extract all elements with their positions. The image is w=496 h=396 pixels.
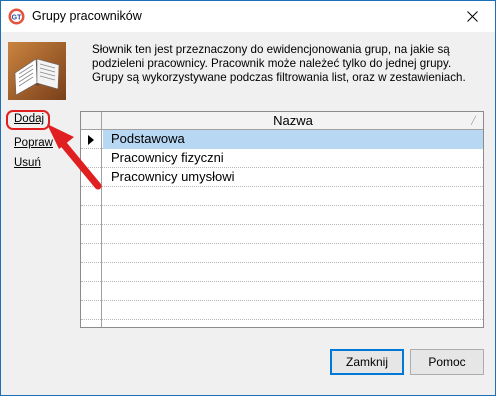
help-button[interactable]: Pomoc xyxy=(410,349,484,375)
row-indicator xyxy=(81,149,102,168)
indicator-column-header xyxy=(81,112,102,130)
table-row[interactable]: Pracownicy umysłowi xyxy=(81,168,483,187)
row-cell-name[interactable]: Podstawowa xyxy=(103,130,483,149)
empty-row xyxy=(81,263,483,282)
add-link[interactable]: Dodaj xyxy=(14,113,44,125)
title-bar[interactable]: GT Grupy pracowników xyxy=(1,1,495,32)
actions-panel: Dodaj Popraw Usuń xyxy=(1,104,81,347)
empty-row xyxy=(81,282,483,301)
close-window-button[interactable] xyxy=(449,1,495,32)
empty-row xyxy=(81,320,483,327)
book-icon xyxy=(8,42,66,100)
window-title: Grupy pracowników xyxy=(32,9,142,23)
table-row[interactable]: Podstawowa xyxy=(81,130,483,149)
column-header-name[interactable]: Nazwa xyxy=(103,113,483,128)
table-row[interactable]: Pracownicy fizyczni xyxy=(81,149,483,168)
empty-row xyxy=(81,206,483,225)
groups-grid[interactable]: Nazwa ╱ Podstawowa Pracownicy fizyczni P… xyxy=(80,111,484,328)
empty-row xyxy=(81,244,483,263)
sort-icon: ╱ xyxy=(471,116,476,125)
dialog-window: GT Grupy pracowników Słownik ten jest pr… xyxy=(0,0,496,396)
row-indicator xyxy=(81,168,102,187)
empty-row xyxy=(81,301,483,320)
empty-row xyxy=(81,187,483,206)
delete-link[interactable]: Usuń xyxy=(14,157,41,169)
svg-text:GT: GT xyxy=(12,15,22,22)
edit-link[interactable]: Popraw xyxy=(14,137,53,149)
row-indicator xyxy=(81,130,102,149)
close-icon xyxy=(466,11,478,22)
close-button[interactable]: Zamknij xyxy=(330,349,404,375)
row-cell-name[interactable]: Pracownicy fizyczni xyxy=(103,149,483,168)
description-panel: Słownik ten jest przeznaczony do ewidenc… xyxy=(1,32,495,104)
dictionary-description: Słownik ten jest przeznaczony do ewidenc… xyxy=(92,43,466,84)
app-logo-icon: GT xyxy=(8,8,25,25)
grid-header: Nazwa ╱ xyxy=(81,112,483,130)
row-cell-name[interactable]: Pracownicy umysłowi xyxy=(103,168,483,187)
empty-row xyxy=(81,225,483,244)
dialog-footer: Zamknij Pomoc xyxy=(1,341,495,395)
current-row-icon xyxy=(88,135,94,145)
